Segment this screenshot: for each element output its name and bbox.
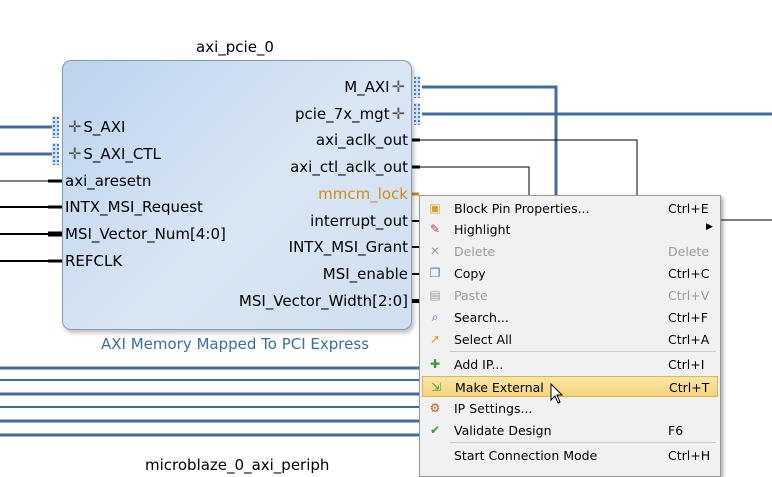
pin-msi-enable[interactable]: MSI_enable [323,265,408,283]
menu-item-copy[interactable]: ❐ Copy Ctrl+C [422,263,718,284]
pin-msi-vector-num[interactable]: MSI_Vector_Num[4:0] [65,225,226,243]
copy-icon: ❐ [429,266,441,280]
menu-item-validate-design[interactable]: ✔ Validate Design F6 [422,420,718,441]
search-icon: ⌕ [431,310,439,324]
pin-axi-aresetn[interactable]: axi_aresetn [65,172,151,190]
menu-item-ip-settings[interactable]: ⚙ IP Settings... [422,398,718,419]
select-all-icon: ➚ [429,332,441,346]
menu-item-block-pin-properties[interactable]: ▣ Block Pin Properties... Ctrl+E [422,198,718,219]
block-instance-name: axi_pcie_0 [196,38,274,56]
menu-item-paste[interactable]: ▤ Paste Ctrl+V [422,285,718,306]
properties-icon: ▣ [429,201,441,215]
expand-plus-icon[interactable]: ✛ [392,104,405,123]
s-axi-interface-stub[interactable] [52,116,59,138]
expand-plus-icon[interactable]: ✛ [68,117,81,136]
submenu-arrow-icon: ▶ [706,222,713,232]
menu-item-start-connection-mode[interactable]: Start Connection Mode Ctrl+H [422,445,718,466]
menu-item-highlight[interactable]: ✎ Highlight ▶ [422,219,718,240]
menu-item-delete[interactable]: ✕ Delete Delete [422,241,718,262]
s-axi-ctl-interface-stub[interactable] [52,143,59,165]
pin-s-axi-ctl[interactable]: ✛ S_AXI_CTL [66,144,161,164]
menu-item-select-all[interactable]: ➚ Select All Ctrl+A [422,329,718,350]
menu-item-make-external[interactable]: ⇲ Make External Ctrl+T [422,376,718,397]
make-external-icon: ⇲ [430,380,442,394]
menu-item-search[interactable]: ⌕ Search... Ctrl+F [422,307,718,328]
pin-msi-vector-width[interactable]: MSI_Vector_Width[2:0] [239,292,408,310]
context-menu: ▣ Block Pin Properties... Ctrl+E ✎ Highl… [419,195,721,477]
pin-intx-msi-request[interactable]: INTX_MSI_Request [65,198,203,216]
menu-item-add-ip[interactable]: ✚ Add IP... Ctrl+I [422,354,718,375]
pin-m-axi[interactable]: M_AXI ✛ [344,77,407,97]
pin-mmcm-lock[interactable]: mmcm_lock [318,185,408,203]
pcie-7x-mgt-interface-stub[interactable] [413,103,420,125]
pin-refclk[interactable]: REFCLK [65,252,122,270]
pin-axi-aclk-out[interactable]: axi_aclk_out [316,131,408,149]
block-ip-name: AXI Memory Mapped To PCI Express [100,335,370,353]
expand-plus-icon[interactable]: ✛ [68,144,81,163]
expand-plus-icon[interactable]: ✛ [392,77,405,96]
m-axi-interface-stub[interactable] [413,76,420,98]
paste-icon: ▤ [429,288,441,302]
menu-separator [450,351,716,352]
pin-intx-msi-grant[interactable]: INTX_MSI_Grant [289,238,408,256]
delete-icon: ✕ [429,244,441,258]
add-ip-icon: ✚ [429,357,441,371]
pin-pcie-7x-mgt[interactable]: pcie_7x_mgt ✛ [295,104,407,124]
highlight-icon: ✎ [429,222,441,236]
mouse-pointer-icon [550,383,564,404]
interconnect-block-name: microblaze_0_axi_periph [145,456,330,474]
menu-separator [450,442,716,443]
axi-ctl-aclk-out-wire[interactable] [410,166,530,195]
pin-interrupt-out[interactable]: interrupt_out [310,212,408,230]
validate-icon: ✔ [429,423,441,437]
ip-settings-icon: ⚙ [429,401,441,415]
pin-axi-ctl-aclk-out[interactable]: axi_ctl_aclk_out [290,158,408,176]
pin-s-axi[interactable]: ✛ S_AXI [66,117,125,137]
